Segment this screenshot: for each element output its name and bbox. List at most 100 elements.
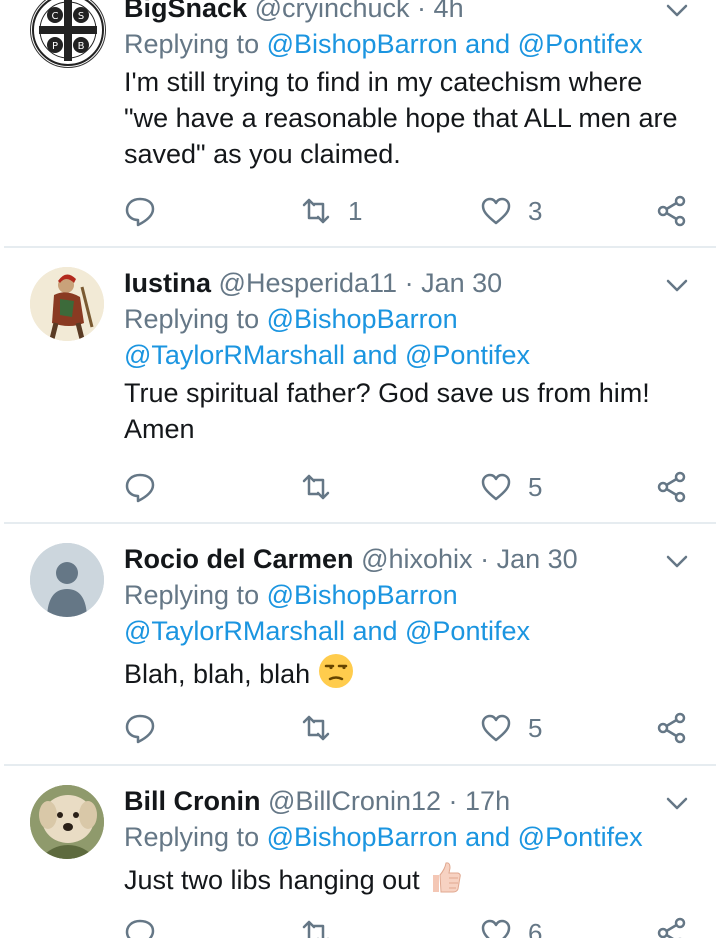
share-icon <box>657 917 686 938</box>
share-icon <box>657 712 686 744</box>
display-name[interactable]: BigSnack <box>124 0 247 23</box>
tweet-actions: 5 <box>124 470 694 504</box>
share-button[interactable] <box>656 916 688 938</box>
like-button[interactable]: 5 <box>480 470 542 504</box>
unamused-face-icon <box>318 654 353 688</box>
share-icon <box>657 471 686 503</box>
like-button[interactable]: 3 <box>480 194 542 228</box>
tweet[interactable]: C S P B BigSnack @cryinchuck · 4h Replyi… <box>0 0 718 246</box>
heart-icon <box>481 714 511 742</box>
like-count: 3 <box>528 195 543 226</box>
like-button[interactable]: 5 <box>480 711 542 745</box>
tweet-actions: 1 3 <box>124 194 694 228</box>
retweet-icon <box>302 715 330 741</box>
replying-mentions[interactable]: @TaylorRMarshall and @Pontifex <box>124 613 684 649</box>
share-button[interactable] <box>656 711 688 745</box>
chevron-down-icon[interactable] <box>666 4 688 18</box>
display-name[interactable]: Rocio del Carmen <box>124 544 354 574</box>
user-handle[interactable]: @cryinchuck <box>255 0 410 23</box>
heart-icon <box>481 919 511 938</box>
reply-button[interactable] <box>124 711 156 745</box>
tweet-header: Bill Cronin @BillCronin12 · 17h <box>124 783 684 819</box>
avatar[interactable] <box>30 785 104 859</box>
tweet-header: BigSnack @cryinchuck · 4h <box>124 0 684 26</box>
retweet-button[interactable] <box>300 470 348 504</box>
like-count: 5 <box>528 712 543 743</box>
timestamp[interactable]: Jan 30 <box>497 544 578 574</box>
separator-dot: · <box>480 544 490 574</box>
share-button[interactable] <box>656 194 688 228</box>
avatar[interactable] <box>30 543 104 617</box>
chevron-down-icon[interactable] <box>666 279 688 293</box>
thumbs-up-icon <box>433 862 461 893</box>
heart-icon <box>481 197 511 225</box>
retweet-icon <box>302 198 330 224</box>
display-name[interactable]: Iustina <box>124 268 211 298</box>
tweet-text-line: I'm still trying to find in my catechism… <box>124 67 643 97</box>
replying-prefix: Replying to <box>124 304 260 334</box>
replying-mentions[interactable]: @TaylorRMarshall and @Pontifex <box>124 337 684 373</box>
user-handle[interactable]: @Hesperida11 <box>219 268 398 298</box>
user-handle[interactable]: @BillCronin12 <box>268 786 441 816</box>
tweet-text: True spiritual father? God save us from … <box>124 375 684 447</box>
separator-dot: · <box>448 786 458 816</box>
replying-prefix: Replying to <box>124 580 260 610</box>
chevron-down-icon[interactable] <box>666 555 688 569</box>
replying-mentions[interactable]: @BishopBarron <box>267 580 458 610</box>
reply-button[interactable] <box>124 470 156 504</box>
tweet-text-line: Amen <box>124 414 195 444</box>
tweet-actions: 5 <box>124 711 694 745</box>
tweet-text-line: saved" as you claimed. <box>124 139 401 169</box>
svg-text:B: B <box>78 41 85 52</box>
like-count: 5 <box>528 471 543 502</box>
replying-mentions[interactable]: @BishopBarron and @Pontifex <box>267 822 643 852</box>
retweet-button[interactable]: 1 <box>300 194 362 228</box>
tweet-header: Rocio del Carmen @hixohix · Jan 30 <box>124 541 684 577</box>
retweet-button[interactable] <box>300 916 348 938</box>
medal-avatar-icon: C S P B <box>32 0 104 66</box>
timestamp[interactable]: Jan 30 <box>421 268 502 298</box>
share-icon <box>657 195 686 227</box>
tweet[interactable]: Iustina @Hesperida11 · Jan 30 Replying t… <box>0 248 718 522</box>
retweet-icon <box>302 474 330 500</box>
reply-icon <box>125 197 155 227</box>
timestamp[interactable]: 4h <box>434 0 464 23</box>
share-button[interactable] <box>656 470 688 504</box>
separator-dot: · <box>417 0 427 23</box>
default-avatar-icon <box>30 543 104 617</box>
avatar[interactable]: C S P B <box>30 0 106 68</box>
reply-button[interactable] <box>124 194 156 228</box>
retweet-icon <box>302 920 329 938</box>
replying-mentions[interactable]: @BishopBarron and @Pontifex <box>267 29 643 59</box>
svg-text:S: S <box>78 11 84 22</box>
separator-dot: · <box>404 268 414 298</box>
svg-text:P: P <box>52 41 58 52</box>
timestamp[interactable]: 17h <box>465 786 510 816</box>
like-count: 6 <box>528 917 543 938</box>
dog-avatar-icon <box>30 785 104 859</box>
replying-prefix: Replying to <box>124 29 260 59</box>
tweet-actions: 6 <box>124 916 694 938</box>
reply-icon <box>125 473 155 503</box>
retweet-button[interactable] <box>300 711 348 745</box>
replying-to: Replying to @BishopBarron and @Pontifex <box>124 26 684 62</box>
replying-mentions[interactable]: @BishopBarron <box>267 304 458 334</box>
avatar[interactable] <box>30 267 104 341</box>
tweet-text: Just two libs hanging out <box>124 859 684 898</box>
replying-to: Replying to @BishopBarron @TaylorRMarsha… <box>124 301 684 373</box>
tweet-text-line: True spiritual father? God save us from … <box>124 378 650 408</box>
painting-avatar-icon <box>30 267 104 341</box>
reply-button[interactable] <box>124 916 156 938</box>
tweet[interactable]: Bill Cronin @BillCronin12 · 17h Replying… <box>0 766 718 938</box>
tweet-text: Blah, blah, blah <box>124 653 684 692</box>
tweet[interactable]: Rocio del Carmen @hixohix · Jan 30 Reply… <box>0 524 718 764</box>
like-button[interactable]: 6 <box>480 916 542 938</box>
heart-icon <box>481 473 511 501</box>
tweet-text-line: Blah, blah, blah <box>124 659 311 689</box>
reply-icon <box>125 714 155 744</box>
user-handle[interactable]: @hixohix <box>361 544 472 574</box>
chevron-down-icon[interactable] <box>666 797 688 811</box>
svg-text:C: C <box>52 11 59 22</box>
replying-prefix: Replying to <box>124 822 260 852</box>
display-name[interactable]: Bill Cronin <box>124 786 261 816</box>
